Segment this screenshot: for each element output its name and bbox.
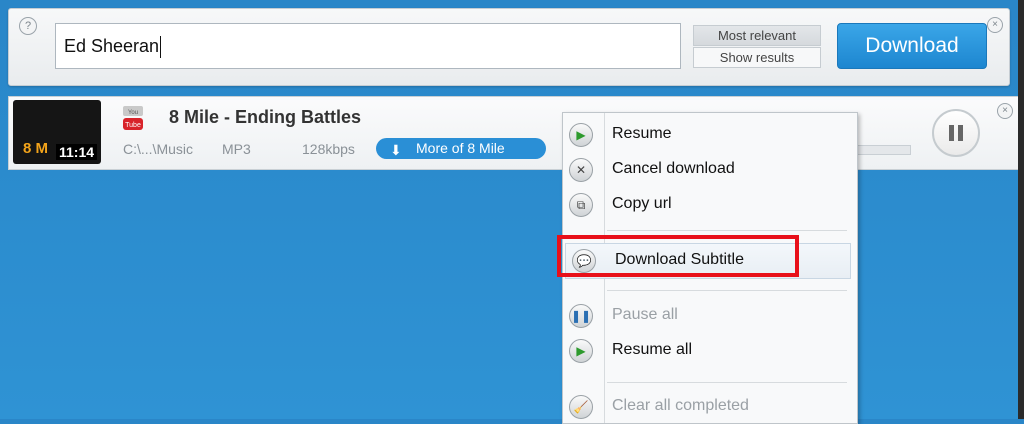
show-results-button[interactable]: Show results: [693, 47, 821, 68]
menu-item-pause-all[interactable]: ❚❚ Pause all: [563, 299, 853, 333]
sort-most-relevant-button[interactable]: Most relevant: [693, 25, 821, 46]
download-button[interactable]: Download: [837, 23, 987, 69]
download-item[interactable]: 8 M 11:14 You Tube 8 Mile - Ending Battl…: [8, 96, 1020, 170]
menu-separator: [607, 230, 847, 231]
search-input[interactable]: Ed Sheeran: [55, 23, 681, 69]
close-item-icon[interactable]: ×: [997, 103, 1013, 119]
svg-text:Tube: Tube: [125, 122, 141, 129]
copy-icon: ⧉: [569, 193, 593, 217]
more-of-label: More of 8 Mile: [416, 140, 505, 156]
resume-icon: ▶: [569, 339, 593, 363]
resume-icon: ▶: [569, 123, 593, 147]
item-format: MP3: [222, 141, 251, 157]
clear-icon: 🧹: [569, 395, 593, 419]
close-icon[interactable]: ×: [987, 17, 1003, 33]
menu-item-resume-all[interactable]: ▶ Resume all: [563, 334, 853, 368]
menu-item-copy-url[interactable]: ⧉ Copy url: [563, 188, 853, 222]
pause-button[interactable]: [932, 109, 980, 157]
item-path: C:\...\Music: [123, 141, 194, 157]
item-title: 8 Mile - Ending Battles: [169, 107, 362, 127]
progress-bar: [849, 145, 911, 155]
pause-icon: ❚❚: [569, 304, 593, 328]
window-edge: [1018, 0, 1024, 419]
thumbnail-text: 8 M: [23, 140, 49, 157]
menu-item-cancel-download[interactable]: ✕ Cancel download: [563, 153, 853, 187]
menu-item-resume[interactable]: ▶ Resume: [563, 118, 853, 152]
svg-text:You: You: [128, 110, 138, 116]
menu-separator: [607, 290, 847, 291]
highlight-box: [557, 235, 799, 277]
search-bar: ? Ed Sheeran Most relevant Show results …: [8, 8, 1010, 86]
more-of-button[interactable]: ⬇ More of 8 Mile: [376, 138, 546, 159]
thumbnail: 8 M 11:14: [13, 100, 101, 164]
item-bitrate: 128kbps: [302, 141, 355, 157]
download-arrow-icon: ⬇: [390, 142, 402, 158]
help-icon[interactable]: ?: [19, 17, 37, 35]
menu-separator: [607, 382, 847, 383]
cancel-icon: ✕: [569, 158, 593, 182]
duration-badge: 11:14: [56, 144, 98, 160]
youtube-icon: You Tube: [123, 106, 143, 130]
